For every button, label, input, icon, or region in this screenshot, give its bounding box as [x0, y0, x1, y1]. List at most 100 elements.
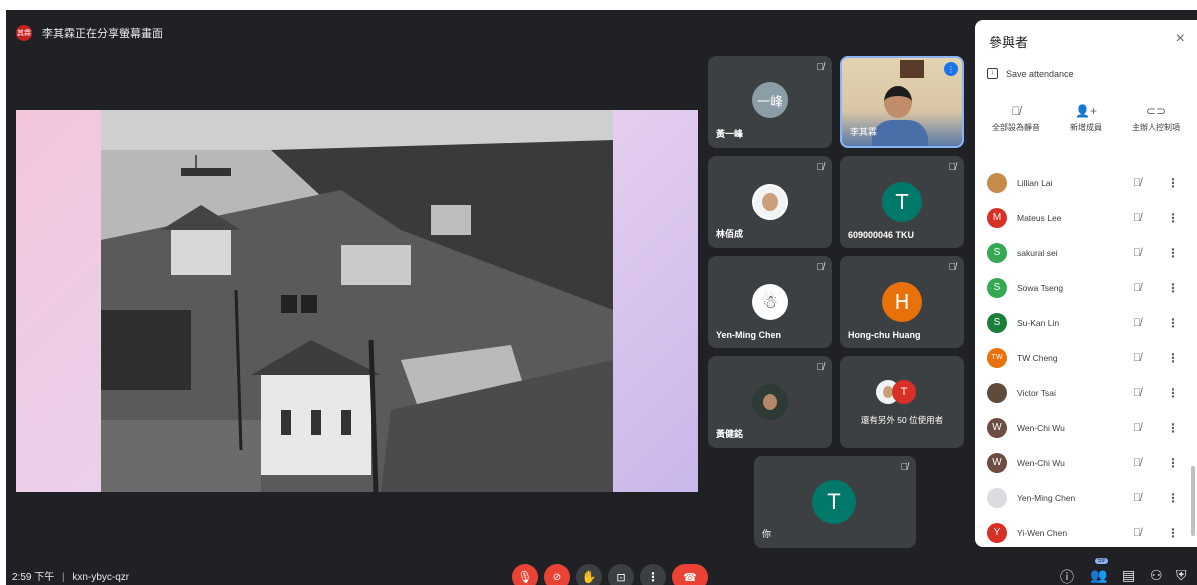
presenter-avatar: 其霖	[16, 25, 32, 41]
tile-name: 你	[762, 529, 772, 539]
participant-tile-video[interactable]: ⋮ 李其霖	[840, 56, 964, 148]
more-vert-icon[interactable]: ⋮	[1167, 176, 1179, 190]
present-button[interactable]: ⊡	[608, 564, 634, 585]
more-options-button[interactable]: ⋮	[640, 564, 666, 585]
more-vert-icon[interactable]: ⋮	[1167, 491, 1179, 505]
avatar-photo	[752, 184, 788, 220]
person-head	[884, 86, 912, 118]
raise-hand-button[interactable]: ✋	[576, 564, 602, 585]
mic-off-icon[interactable]: 🎙̸	[1133, 247, 1141, 259]
toggle-icon: ⊂⊃	[1145, 104, 1167, 118]
self-tile[interactable]: 🎙̸ T 你	[754, 456, 916, 548]
person-body	[872, 120, 928, 146]
participant-name: Lillian Lai	[1017, 177, 1053, 188]
host-controls-icon[interactable]: ⛨	[1176, 567, 1187, 584]
more-vert-icon[interactable]: ⋮	[1167, 351, 1179, 365]
meeting-details-icon[interactable]: ⓘ	[1060, 567, 1074, 585]
more-vert-icon[interactable]: ⋮	[1167, 281, 1179, 295]
mic-off-icon[interactable]: 🎙̸	[1133, 527, 1141, 539]
tile-name: 林佰成	[716, 229, 744, 239]
mute-all-button[interactable]: 🎙̸ 全部設為靜音	[981, 104, 1051, 133]
shared-screen[interactable]	[16, 110, 698, 492]
phone-hangup-icon: ☎	[683, 571, 697, 584]
participant-row[interactable]: TW TW Cheng 🎙̸ ⋮	[975, 340, 1197, 375]
chat-icon[interactable]: ▤	[1122, 567, 1135, 584]
mic-off-icon: 🎙̸	[816, 262, 825, 273]
participant-tile[interactable]: 🎙̸ 黃健銘	[708, 356, 832, 448]
mic-off-icon[interactable]: 🎙̸	[1133, 492, 1141, 504]
panel-title: 參與者	[989, 35, 1029, 50]
participant-name: Yen-Ming Chen	[1017, 492, 1076, 503]
participant-row[interactable]: S Su-Kan Lin 🎙̸ ⋮	[975, 305, 1197, 340]
more-vert-icon[interactable]: ⋮	[1167, 386, 1179, 400]
people-icon[interactable]: 👥	[1090, 567, 1107, 584]
mic-off-icon: 🎙̸	[816, 362, 825, 373]
mic-off-icon: 🎙̸	[948, 262, 957, 273]
host-controls-button[interactable]: ⊂⊃ 主辦人控制項	[1121, 104, 1191, 133]
participant-tile[interactable]: 🎙̸ 林佰成	[708, 156, 832, 248]
more-vert-icon[interactable]: ⋮	[1167, 456, 1179, 470]
participant-name: Su-Kan Lin	[1017, 317, 1060, 328]
speaking-indicator-icon: ⋮	[944, 62, 958, 76]
more-vert-icon[interactable]: ⋮	[1167, 211, 1179, 225]
participant-name: Yi-Wen Chen	[1017, 527, 1068, 538]
save-attendance-label: Save attendance	[1006, 68, 1074, 79]
participant-name: Victor Tsai	[1017, 387, 1056, 398]
participant-row[interactable]: Ssakurai sei 🎙̸ ⋮	[975, 235, 1197, 270]
participant-name: Wen-Chi Wu	[1017, 457, 1065, 468]
presenting-banner: 其霖 李其霖正在分享螢幕畫面	[16, 16, 966, 50]
tile-name: Hong-chu Huang	[848, 330, 921, 340]
participant-row[interactable]: M Mateus Lee 🎙̸ ⋮	[975, 200, 1197, 235]
more-vert-icon[interactable]: ⋮	[1167, 316, 1179, 330]
mic-off-icon[interactable]: 🎙̸	[1133, 177, 1141, 189]
mic-off-icon: 🎙̸	[1011, 104, 1021, 118]
participant-row[interactable]: Victor Tsai 🎙̸ ⋮	[975, 375, 1197, 410]
participant-row[interactable]: W Wen-Chi Wu 🎙̸ ⋮	[975, 445, 1197, 480]
add-people-button[interactable]: 👤+ 新增成員	[1051, 104, 1121, 133]
participant-name: Sowa Tseng	[1017, 282, 1064, 293]
mic-off-icon[interactable]: 🎙̸	[1133, 422, 1141, 434]
mic-off-icon[interactable]: 🎙̸	[1133, 387, 1141, 399]
avatar: T	[812, 480, 856, 524]
add-person-icon: 👤+	[1075, 104, 1097, 118]
camera-toggle-button[interactable]: ⊘	[544, 564, 570, 585]
more-vert-icon[interactable]: ⋮	[1167, 246, 1179, 260]
participant-row[interactable]: S Sowa Tseng 🎙̸ ⋮	[975, 270, 1197, 305]
tile-name: 李其霖	[850, 127, 878, 137]
tile-name: 黃健銘	[716, 429, 744, 439]
activities-icon[interactable]: ⚇	[1150, 567, 1163, 584]
participant-tile[interactable]: 🎙̸ H Hong-chu Huang	[840, 256, 964, 348]
mic-off-icon[interactable]: 🎙̸	[1133, 212, 1141, 224]
mic-off-icon: 🎙̸	[816, 62, 825, 73]
scrollbar-thumb[interactable]	[1191, 466, 1195, 536]
participant-row[interactable]: Yen-Ming Chen 🎙̸ ⋮	[975, 480, 1197, 515]
tile-name: 609000046 TKU	[848, 230, 915, 240]
participant-tile[interactable]: 🎙̸ 一峰 黃一峰	[708, 56, 832, 148]
close-icon[interactable]: ×	[1176, 30, 1185, 48]
participant-row[interactable]: Lillian Lai 🎙̸ ⋮	[975, 165, 1197, 200]
mic-off-icon: 🎙̸	[900, 462, 909, 473]
participant-tile[interactable]: 🎙̸ T 609000046 TKU	[840, 156, 964, 248]
participant-row[interactable]: Y Yi-Wen Chen 🎙̸ ⋮	[975, 515, 1197, 547]
mic-off-icon[interactable]: 🎙̸	[1133, 282, 1141, 294]
add-people-label: 新增成員	[1070, 123, 1102, 132]
host-controls-label: 主辦人控制項	[1132, 123, 1180, 132]
mute-all-label: 全部設為靜音	[992, 123, 1040, 132]
others-tile[interactable]: T 還有另外 50 位使用者	[840, 356, 964, 448]
mic-off-icon[interactable]: 🎙̸	[1133, 317, 1141, 329]
avatar: H	[882, 282, 922, 322]
meeting-code: kxn-ybyc-qzr	[72, 572, 130, 583]
separator: |	[62, 572, 65, 583]
participant-row[interactable]: W Wen-Chi Wu 🎙̸ ⋮	[975, 410, 1197, 445]
participant-tile[interactable]: 🎙̸ ☃ Yen-Ming Chen	[708, 256, 832, 348]
participant-avatar: S	[987, 277, 1007, 298]
mic-toggle-button[interactable]: 🎙	[512, 564, 538, 585]
leave-call-button[interactable]: ☎	[672, 564, 708, 585]
control-bar: 2:59 下午 | kxn-ybyc-qzr 🎙 ⊘ ✋ ⊡ ⋮ ☎ ⓘ 👥 5…	[6, 558, 1197, 585]
participant-name: Wen-Chi Wu	[1017, 422, 1065, 433]
more-vert-icon[interactable]: ⋮	[1167, 526, 1179, 540]
mic-off-icon[interactable]: 🎙̸	[1133, 352, 1141, 364]
more-vert-icon[interactable]: ⋮	[1167, 421, 1179, 435]
mic-off-icon[interactable]: 🎙̸	[1133, 457, 1141, 469]
save-attendance-button[interactable]: ↓ Save attendance	[987, 68, 1074, 79]
